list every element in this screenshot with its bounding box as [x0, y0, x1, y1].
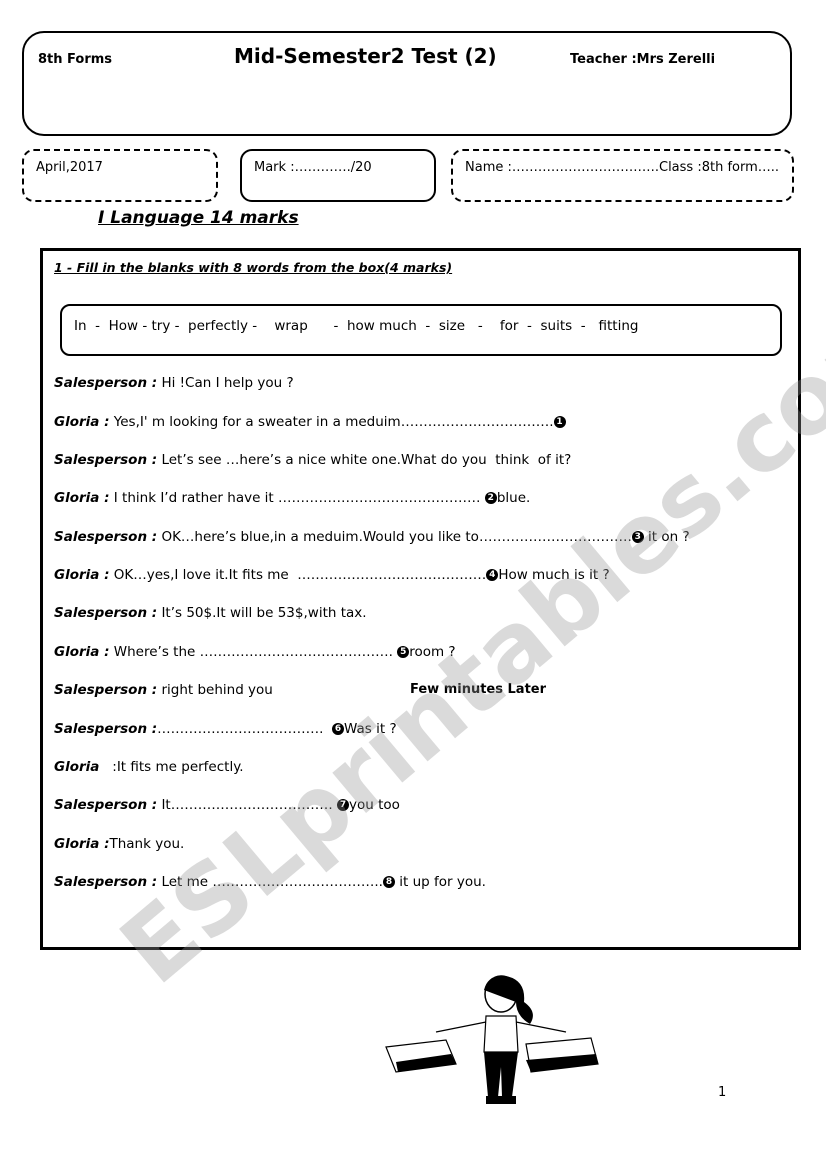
speaker-label: Salesperson : [54, 452, 158, 468]
speaker-label: Salesperson : [54, 874, 158, 890]
line-text-after: How much is it ? [498, 567, 610, 583]
line-text-after: blue. [496, 490, 531, 506]
line-text: Yes,I' m looking for a sweater in a medu… [109, 414, 554, 430]
shoes [486, 1096, 516, 1104]
dialogue-line: Salesperson : Let’s see …here’s a nice w… [54, 452, 571, 468]
date-text: April,2017 [36, 160, 103, 175]
dialogue-line: Gloria : I think I’d rather have it …………… [54, 490, 530, 506]
mark-box: Mark :…………./20 [240, 149, 436, 202]
class-level: 8th Forms [38, 52, 113, 67]
pants [484, 1052, 518, 1097]
line-text: OK…yes,I love it.It fits me ………………………………… [109, 567, 487, 583]
speaker-label: Salesperson : [54, 529, 158, 545]
line-text: Thank you. [109, 836, 185, 852]
dialogue-line: Salesperson : Let me ……………………………….. 8 it … [54, 874, 486, 890]
mark-field[interactable]: Mark :…………./20 [254, 160, 372, 175]
top [483, 1015, 519, 1053]
line-text-after: room ? [409, 644, 456, 660]
dialogue-line: Salesperson : right behind you [54, 682, 273, 698]
speaker-label: Gloria [54, 759, 100, 775]
blank-number-icon: 8 [382, 876, 395, 888]
name-class-field[interactable]: Name :…………………………….Class :8th form….. [465, 160, 779, 175]
date-box: April,2017 [22, 149, 218, 202]
dialogue-line: Gloria :Thank you. [54, 836, 184, 852]
speaker-label: Salesperson : [54, 375, 158, 391]
speaker-label: Salesperson : [54, 721, 158, 737]
dialogue-line: Salesperson : Hi !Can I help you ? [54, 375, 294, 391]
speaker-label: Salesperson : [54, 682, 158, 698]
line-text: I think I’d rather have it …………………………………… [109, 490, 485, 506]
speaker-label: Gloria : [54, 567, 110, 583]
dialogue-line: Gloria :It fits me perfectly. [54, 759, 244, 775]
section-title: I Language 14 marks [98, 208, 299, 228]
dialogue-line: Salesperson :………………………………. 6 Was it ? [54, 721, 397, 737]
stage-note: Few minutes Later [410, 682, 547, 697]
dialogue-line: Salesperson : OK…here’s blue,in a meduim… [54, 529, 690, 545]
teacher-name: Teacher :Mrs Zerelli [570, 52, 716, 67]
dialogue-line: Salesperson : It’s 50$.It will be 53$,wi… [54, 605, 367, 621]
speaker-label: Gloria : [54, 644, 110, 660]
line-text-after: you too [349, 797, 400, 813]
blank-number-icon: 5 [397, 646, 410, 658]
blank-number-icon: 2 [484, 492, 497, 504]
line-text: right behind you [157, 682, 273, 698]
line-text: It……………………………… [157, 797, 338, 813]
line-text-after: Was it ? [344, 721, 397, 737]
line-text: Hi !Can I help you ? [157, 375, 294, 391]
blank-number-icon: 4 [486, 569, 499, 581]
name-box: Name :…………………………….Class :8th form….. [451, 149, 794, 202]
test-title: Mid-Semester2 Test (2) [234, 44, 497, 68]
speaker-label: Salesperson : [54, 605, 158, 621]
line-text: OK…here’s blue,in a meduim.Would you lik… [157, 529, 632, 545]
blank-number-icon: 3 [631, 531, 644, 543]
page-number: 1 [718, 1085, 727, 1100]
line-text-after: it on ? [643, 529, 690, 545]
dialogue-line: Gloria : OK…yes,I love it.It fits me ………… [54, 567, 610, 583]
dialogue-line: Salesperson : It……………………………… 7 you too [54, 797, 400, 813]
speaker-label: Gloria : [54, 490, 110, 506]
right-arm [515, 1021, 567, 1033]
question-title: 1 - Fill in the blanks with 8 words from… [54, 260, 453, 275]
line-text: Where’s the ……………………………………. [109, 644, 398, 660]
line-text-after: it up for you. [394, 874, 486, 890]
blank-number-icon: 6 [332, 723, 345, 735]
line-text: ………………………………. [157, 721, 333, 737]
speaker-label: Salesperson : [54, 797, 158, 813]
line-text: It’s 50$.It will be 53$,with tax. [157, 605, 367, 621]
line-text: :It fits me perfectly. [99, 759, 244, 775]
line-text: Let me ……………………………….. [157, 874, 383, 890]
word-box: In - How - try - perfectly - wrap - how … [60, 304, 782, 356]
blank-number-icon: 1 [553, 416, 566, 428]
speaker-label: Gloria : [54, 836, 110, 852]
dialogue-line: Gloria : Where’s the ……………………………………. 5 ro… [54, 644, 456, 660]
left-arm [435, 1021, 487, 1033]
line-text: Let’s see …here’s a nice white one.What … [157, 452, 572, 468]
speaker-label: Gloria : [54, 414, 110, 430]
word-list: In - How - try - perfectly - wrap - how … [74, 318, 639, 334]
blank-number-icon: 7 [337, 799, 350, 811]
shopping-woman-illustration [385, 975, 599, 1104]
dialogue-line: Gloria : Yes,I' m looking for a sweater … [54, 414, 566, 430]
